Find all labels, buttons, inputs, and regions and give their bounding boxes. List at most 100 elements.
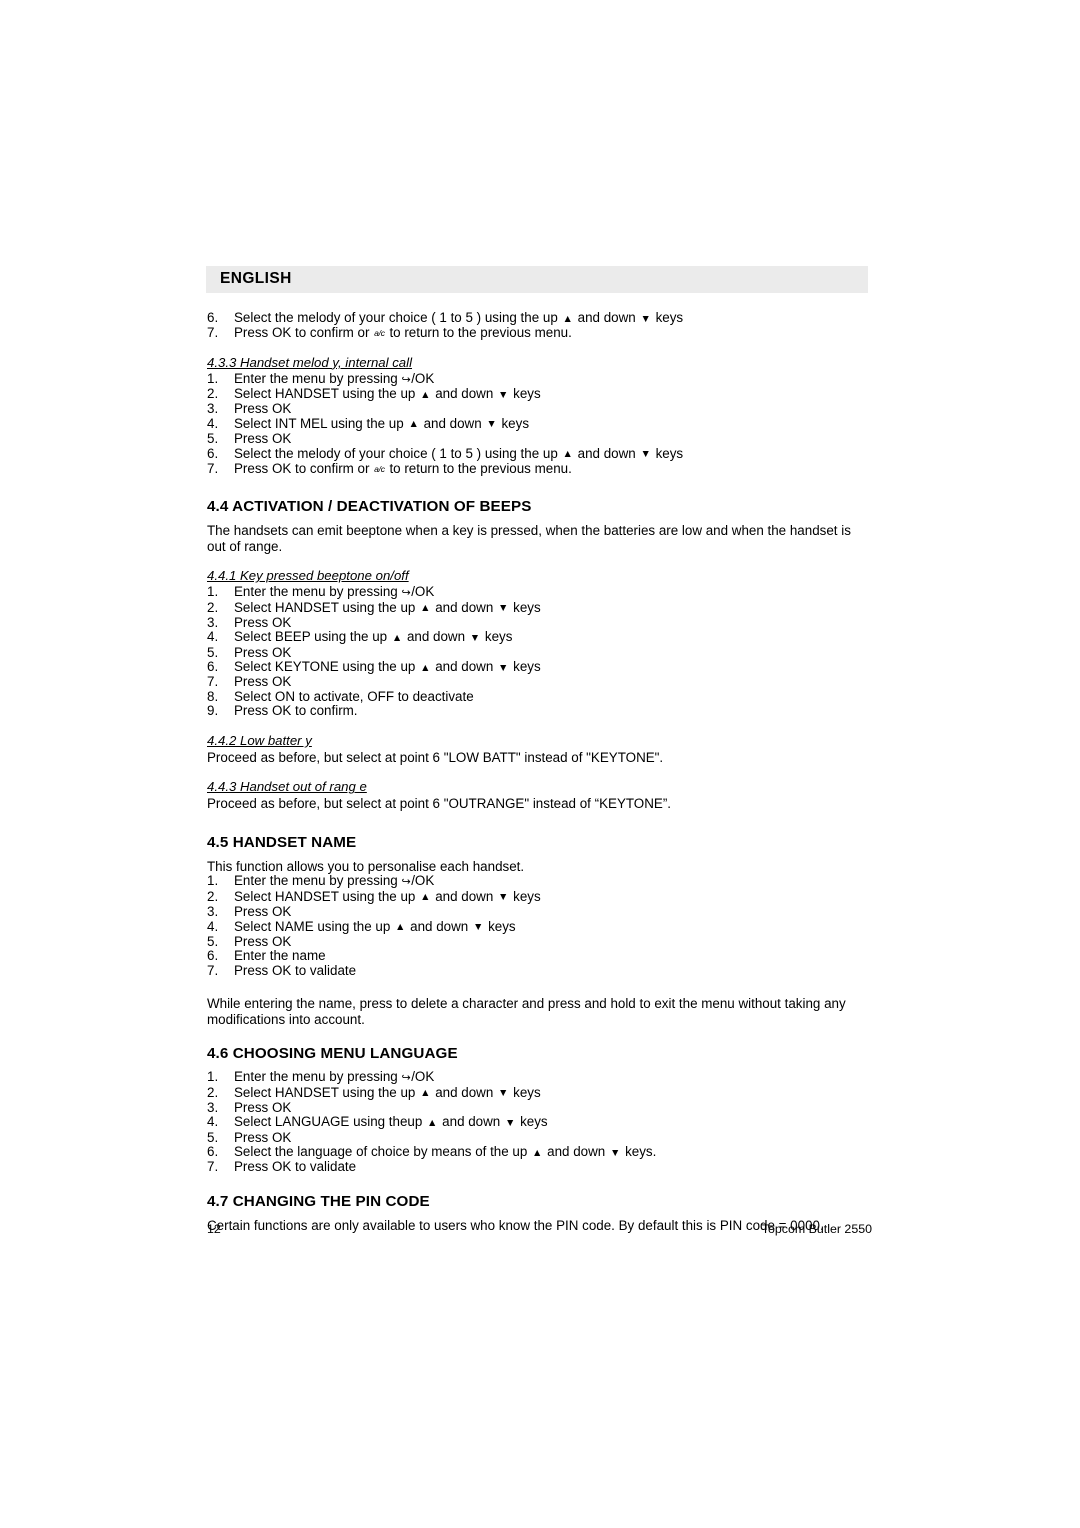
- step-number: 6.: [207, 445, 219, 461]
- step-number: 7.: [207, 1159, 219, 1175]
- step-number: 6.: [207, 310, 219, 325]
- up-arrow-icon: ▲: [420, 388, 431, 401]
- step-text: Enter the menu by pressing ↪/OK: [234, 584, 435, 600]
- up-arrow-icon: ▲: [427, 1116, 438, 1129]
- step-item: 4. Select LANGUAGE using theup ▲ and down…: [207, 1115, 869, 1130]
- section-4-4-2-body: Proceed as before, but select at point 6…: [207, 750, 664, 765]
- footer-model-name: Topcom Butler 2550: [761, 1222, 872, 1236]
- section-heading-4-6: 4.6 CHOOSING MENU LANGUAGE: [207, 1045, 458, 1063]
- step-text: Enter the menu by pressing ↪/OK: [234, 1069, 435, 1085]
- section-4-5-intro: This function allows you to personalise …: [207, 858, 525, 874]
- step-item: 3. Press OK: [207, 1099, 869, 1116]
- step-number: 4.: [207, 918, 219, 934]
- clear-key-icon: a/c: [374, 328, 385, 339]
- step-text: Press OK: [234, 401, 292, 417]
- down-arrow-icon: ▼: [498, 388, 509, 401]
- down-arrow-icon: ▼: [498, 602, 509, 615]
- step-text: Select HANDSET using the up ▲ and down ▼…: [234, 1084, 541, 1100]
- section-heading-4-7: 4.7 CHANGING THE PIN CODE: [207, 1192, 430, 1210]
- section-4-5-outro: While entering the name, press to delete…: [207, 996, 846, 1027]
- up-arrow-icon: ▲: [395, 921, 406, 933]
- up-arrow-icon: ▲: [420, 661, 431, 674]
- step-number: 5.: [207, 644, 219, 660]
- clear-key-icon: a/c: [374, 463, 385, 474]
- step-item: 2. Select HANDSET using the up ▲ and down…: [207, 1084, 869, 1101]
- step-number: 3.: [207, 614, 219, 630]
- down-arrow-icon: ▼: [640, 312, 651, 325]
- down-arrow-icon: ▼: [486, 418, 497, 431]
- step-text: Press OK to validate: [234, 1159, 357, 1175]
- step-number: 6.: [207, 659, 219, 675]
- step-item: 8. Select ON to activate, OFF to deactiva…: [207, 688, 869, 705]
- subsection-heading-4-4-3: 4.4.3 Handset out of rang e: [207, 778, 869, 796]
- step-item: 3. Press OK: [207, 614, 869, 631]
- step-number: 7.: [207, 674, 219, 690]
- menu-key-icon: ↪: [401, 373, 411, 386]
- steps-list-4-6: 1. Enter the menu by pressing ↪/OK 2. Selec…: [207, 1069, 869, 1175]
- step-item: 5. Press OK: [207, 1129, 869, 1146]
- step-text: Select the language of choice by means o…: [234, 1144, 657, 1160]
- step-item: 2. Select HANDSET using the up ▲ and down…: [207, 888, 869, 905]
- down-arrow-icon: ▼: [472, 921, 484, 933]
- step-text: Enter the menu by pressing ↪/OK: [234, 370, 435, 386]
- step-number: 4.: [207, 415, 219, 431]
- step-number: 5.: [207, 1129, 219, 1145]
- up-arrow-icon: ▲: [532, 1146, 543, 1159]
- step-text: Select BEEP using the up ▲ and down ▼ ke…: [234, 629, 513, 645]
- menu-key-icon: ↪: [401, 587, 411, 600]
- step-item: 7. Press OK to validate: [207, 1159, 869, 1175]
- step-number: 7.: [207, 962, 219, 978]
- up-arrow-icon: ▲: [420, 891, 431, 904]
- step-text: Press OK to confirm or a/c to return to …: [234, 460, 572, 476]
- step-text: Select the melody of your choice ( 1 to …: [234, 445, 684, 461]
- step-number: 7.: [207, 460, 219, 476]
- step-item: 5. Press OK: [207, 933, 869, 950]
- step-item: 1. Enter the menu by pressing ↪/OK: [207, 370, 869, 388]
- step-number: 1.: [207, 873, 219, 889]
- step-text: Press OK: [234, 431, 292, 447]
- step-number: 3.: [207, 903, 219, 919]
- menu-key-icon: ↪: [401, 1072, 411, 1085]
- step-text: Press OK: [234, 674, 292, 690]
- steps-list-4-4-1: 1. Enter the menu by pressing ↪/OK 2. Selec…: [207, 584, 869, 719]
- step-text: Select HANDSET using the up ▲ and down ▼…: [234, 888, 541, 904]
- step-text: Press OK: [234, 933, 292, 949]
- step-number: 6.: [207, 948, 219, 964]
- steps-list-4-3-3: 1. Enter the menu by pressing ↪/OK 2. Selec…: [207, 370, 869, 477]
- down-arrow-icon: ▼: [498, 1087, 509, 1100]
- step-text: Press OK to confirm.: [234, 703, 358, 719]
- section-heading-4-5: 4.5 HANDSET NAME: [207, 833, 357, 851]
- section-4-4-intro: The handsets can emit beeptone when a ke…: [207, 523, 851, 554]
- step-number: 1.: [207, 370, 219, 386]
- step-number: 2.: [207, 1084, 219, 1100]
- step-item: 2. Select HANDSET using the up ▲ and down…: [207, 386, 869, 402]
- step-text: Select the melody of your choice ( 1 to …: [234, 310, 684, 325]
- subsection-title: 4.4.3 Handset out of rang e: [207, 779, 367, 795]
- up-arrow-icon: ▲: [420, 602, 431, 615]
- step-item: 6. Select the language of choice by means…: [207, 1144, 869, 1160]
- up-arrow-icon: ▲: [391, 631, 403, 644]
- down-arrow-icon: ▼: [504, 1116, 516, 1129]
- section-heading-4-4: 4.4 ACTIVATION / DEACTIVATION OF BEEPS: [207, 498, 532, 516]
- menu-key-icon: ↪: [401, 876, 411, 889]
- step-number: 3.: [207, 1099, 219, 1115]
- subsection-title: 4.4.1 Key pressed beeptone on/off: [207, 568, 409, 584]
- step-number: 9.: [207, 703, 219, 719]
- step-number: 5.: [207, 933, 219, 949]
- steps-list-continued: 6. Select the melody of your choice ( 1 t…: [207, 310, 869, 341]
- step-number: 6.: [207, 1144, 219, 1160]
- subsection-heading-4-4-1: 4.4.1 Key pressed beeptone on/off: [207, 567, 869, 585]
- step-item: 9. Press OK to confirm.: [207, 704, 869, 719]
- step-number: 8.: [207, 688, 219, 704]
- step-item: 6. Select the melody of your choice ( 1 t…: [207, 445, 869, 462]
- down-arrow-icon: ▼: [469, 631, 481, 644]
- subsection-title: 4.4.2 Low batter y: [207, 733, 312, 748]
- down-arrow-icon: ▼: [498, 891, 509, 904]
- step-text: Press OK to validate: [234, 962, 357, 978]
- step-text: Select KEYTONE using the up ▲ and down ▼…: [234, 659, 541, 675]
- step-text: Select LANGUAGE using theup ▲ and down ▼…: [234, 1114, 548, 1130]
- subsection-heading-4-3-3: 4.3.3 Handset melod y, internal call: [207, 354, 869, 372]
- down-arrow-icon: ▼: [609, 1146, 621, 1159]
- step-item: 1. Enter the menu by pressing ↪/OK: [207, 873, 869, 890]
- language-banner-label: ENGLISH: [220, 270, 292, 287]
